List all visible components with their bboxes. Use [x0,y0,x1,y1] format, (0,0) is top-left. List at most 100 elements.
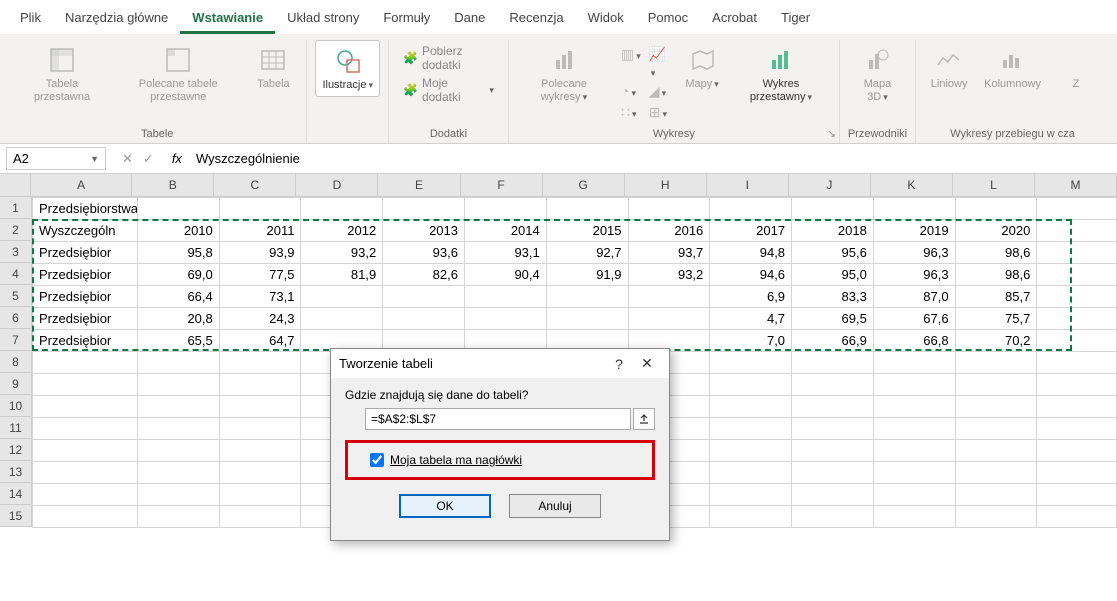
cell[interactable] [219,484,301,506]
row-header[interactable]: 15 [0,505,32,527]
cell[interactable] [628,198,710,220]
cell[interactable] [710,198,792,220]
cancel-button[interactable]: Anuluj [509,494,601,518]
cell[interactable] [710,440,792,462]
cell[interactable]: 70,2 [955,330,1037,352]
cell[interactable] [1037,198,1117,220]
cell[interactable] [138,396,220,418]
cell[interactable]: 91,9 [546,264,628,286]
row-header[interactable]: 7 [0,329,32,351]
menu-tab-pomoc[interactable]: Pomoc [636,4,700,34]
table-button[interactable]: Tabela [248,40,298,95]
cell[interactable] [873,440,955,462]
charts-dialog-launcher[interactable]: ↘ [827,129,835,140]
cell[interactable] [873,396,955,418]
cell[interactable] [464,198,546,220]
column-header[interactable]: I [707,174,789,196]
fx-icon[interactable]: fx [164,151,190,166]
cell[interactable] [873,506,955,528]
cell[interactable]: 2019 [873,220,955,242]
cell[interactable] [546,286,628,308]
map-3d-button[interactable]: Mapa 3D [848,40,907,108]
enter-formula-icon[interactable]: ✓ [143,151,154,167]
cell[interactable] [710,396,792,418]
my-addins-button[interactable]: 🧩Moje dodatki [403,76,494,104]
cell[interactable] [138,418,220,440]
cell[interactable] [710,418,792,440]
cell[interactable]: Przedsiębior [33,264,138,286]
column-header[interactable]: J [789,174,871,196]
cell[interactable] [792,198,874,220]
cell[interactable] [873,374,955,396]
headers-checkbox-row[interactable]: Moja tabela ma nagłówki [366,449,642,471]
cell[interactable] [33,484,138,506]
row-header[interactable]: 8 [0,351,32,373]
cell[interactable] [33,374,138,396]
cell[interactable] [1037,484,1117,506]
cell[interactable] [955,198,1037,220]
chart-type-pie-icon[interactable]: ◔ [621,83,641,100]
cell[interactable] [873,352,955,374]
column-header[interactable]: H [625,174,707,196]
cell[interactable]: 82,6 [383,264,465,286]
recommended-charts-button[interactable]: Polecane wykresy [517,40,611,108]
cell[interactable]: 93,7 [628,242,710,264]
cell[interactable] [1037,396,1117,418]
cell[interactable] [792,418,874,440]
cell[interactable]: 66,9 [792,330,874,352]
cell[interactable]: 95,0 [792,264,874,286]
cell[interactable] [1037,506,1117,528]
cell[interactable] [955,484,1037,506]
cell[interactable] [873,198,955,220]
cell[interactable] [301,198,383,220]
cell[interactable]: 96,3 [873,242,955,264]
illustrations-button[interactable]: Ilustracje [315,40,380,97]
cell[interactable] [383,198,465,220]
column-header[interactable]: A [31,174,132,196]
range-selector-button[interactable] [633,408,655,430]
recommended-pivot-button[interactable]: Polecane tabele przestawne [112,40,244,108]
cell[interactable]: 75,7 [955,308,1037,330]
sparkline-column-button[interactable]: Kolumnowy [978,40,1047,95]
cell[interactable] [792,374,874,396]
chart-type-combo-icon[interactable]: ⊞ [649,104,667,121]
cell[interactable] [710,352,792,374]
chart-type-scatter-icon[interactable]: ∷ [621,104,641,121]
cell[interactable] [873,484,955,506]
cell[interactable] [138,484,220,506]
cell[interactable]: 93,2 [628,264,710,286]
cell[interactable] [219,352,301,374]
cell[interactable] [792,352,874,374]
column-header[interactable]: L [953,174,1035,196]
cell[interactable]: 69,5 [792,308,874,330]
get-addins-button[interactable]: 🧩Pobierz dodatki [403,44,494,72]
cell[interactable] [792,462,874,484]
cell[interactable]: 7,0 [710,330,792,352]
cell[interactable] [33,418,138,440]
cell[interactable] [464,286,546,308]
cell[interactable] [792,440,874,462]
menu-tab-narzędzia-główne[interactable]: Narzędzia główne [53,4,180,34]
column-header[interactable]: C [214,174,296,196]
cell[interactable] [219,462,301,484]
column-header[interactable]: F [461,174,543,196]
cell[interactable] [955,462,1037,484]
menu-tab-tiger[interactable]: Tiger [769,4,822,34]
cell[interactable] [464,308,546,330]
cell[interactable] [33,506,138,528]
cell[interactable]: 2013 [383,220,465,242]
formula-input[interactable]: Wyszczególnienie [190,151,1117,166]
chart-type-line-icon[interactable]: 📈 [649,46,667,79]
cell[interactable] [955,506,1037,528]
cell[interactable]: 95,6 [792,242,874,264]
cell[interactable]: 2016 [628,220,710,242]
cell[interactable] [1037,418,1117,440]
cell[interactable]: Przedsiębior [33,308,138,330]
cell[interactable]: 98,6 [955,264,1037,286]
cell[interactable]: 98,6 [955,242,1037,264]
row-header[interactable]: 14 [0,483,32,505]
cell[interactable] [383,286,465,308]
column-header[interactable]: E [378,174,460,196]
cell[interactable]: 2018 [792,220,874,242]
cell[interactable] [1037,440,1117,462]
